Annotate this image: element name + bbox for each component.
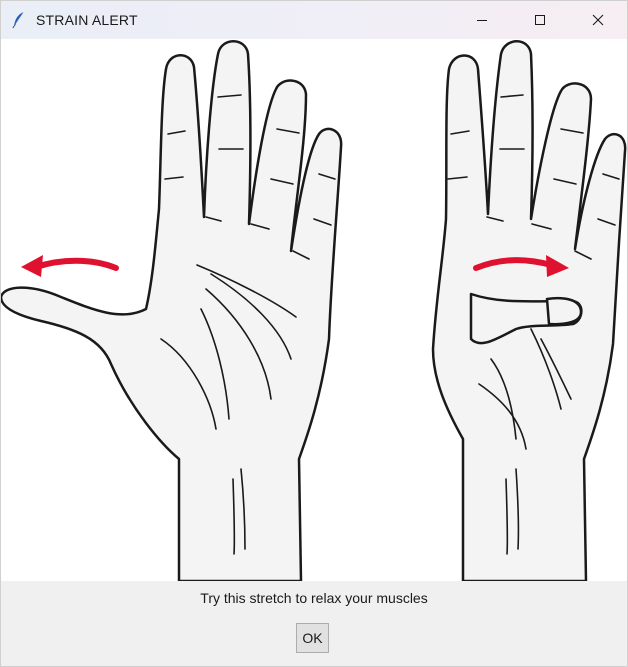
minimize-icon — [477, 20, 487, 21]
left-hand-illustration — [1, 40, 343, 581]
close-icon — [592, 14, 604, 26]
minimize-button[interactable] — [453, 1, 511, 39]
feather-icon — [10, 11, 28, 29]
stretch-illustration — [1, 39, 627, 581]
left-stretch-arrow — [21, 255, 119, 277]
window-title: STRAIN ALERT — [36, 12, 138, 28]
right-hand-illustration — [431, 40, 627, 581]
window-controls — [453, 1, 627, 39]
stretch-message: Try this stretch to relax your muscles — [200, 590, 428, 606]
maximize-button[interactable] — [511, 1, 569, 39]
close-button[interactable] — [569, 1, 627, 39]
strain-alert-window: STRAIN ALERT Try this stretch to relax y… — [0, 0, 628, 667]
dialog-footer: Try this stretch to relax your muscles O… — [1, 581, 627, 666]
ok-button[interactable]: OK — [296, 623, 329, 653]
maximize-icon — [535, 15, 545, 25]
title-bar[interactable]: STRAIN ALERT — [1, 1, 627, 39]
